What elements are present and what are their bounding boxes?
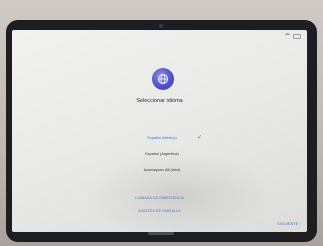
wifi-icon xyxy=(285,33,290,39)
brand-logo xyxy=(148,232,174,235)
language-label: Azərbaycan dili (latın) xyxy=(143,168,181,172)
language-label: Español (México) xyxy=(147,136,177,140)
next-button[interactable]: SIGUIENTE › xyxy=(277,222,301,226)
globe-glyph xyxy=(158,74,168,84)
setup-screen: Seleccionar idioma Español (México) ✓ Es… xyxy=(12,30,307,232)
language-list: Español (México) ✓ Español (Argentina) A… xyxy=(82,130,242,178)
emergency-call-link[interactable]: LLAMADA DE EMERGENCIA xyxy=(12,196,307,200)
globe-icon xyxy=(152,68,174,90)
page-title: Seleccionar idioma xyxy=(136,98,183,104)
language-option-es-mx[interactable]: Español (México) ✓ xyxy=(82,130,242,146)
language-option-az[interactable]: Azərbaycan dili (latın) xyxy=(82,162,242,178)
front-camera xyxy=(159,24,163,28)
battery-icon xyxy=(293,33,301,39)
check-icon: ✓ xyxy=(197,135,203,141)
status-bar xyxy=(285,33,301,39)
accessibility-link[interactable]: AJUSTES DE PANTALLA xyxy=(12,209,307,213)
language-option-es-ar[interactable]: Español (Argentina) xyxy=(82,146,242,162)
language-label: Español (Argentina) xyxy=(145,152,179,156)
